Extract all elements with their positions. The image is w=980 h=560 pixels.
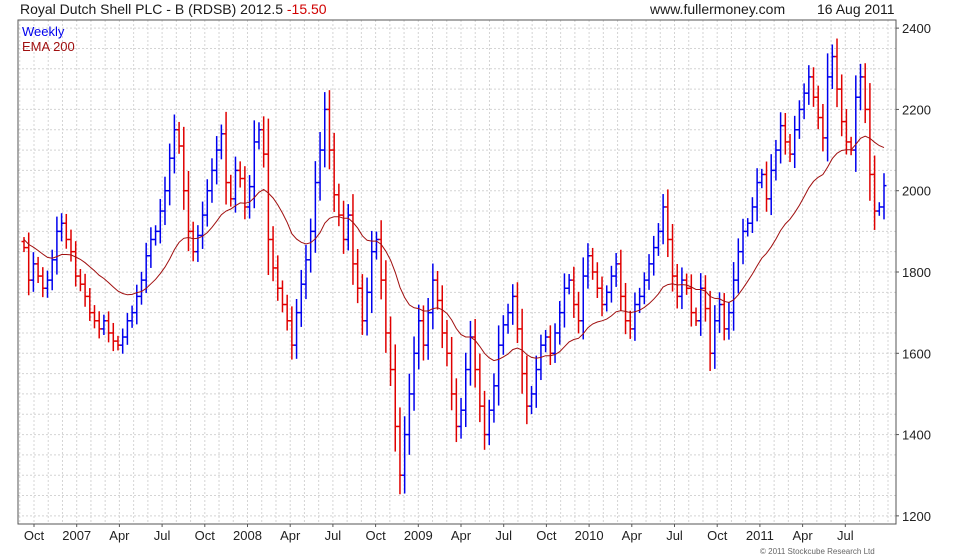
x-tick-label: Jul bbox=[325, 528, 342, 543]
x-tick-label: Apr bbox=[622, 528, 643, 543]
x-tick-label: 2009 bbox=[404, 528, 433, 543]
x-tick-label: 2007 bbox=[62, 528, 91, 543]
y-tick-label: 2000 bbox=[902, 184, 931, 199]
y-tick-label: 2200 bbox=[902, 102, 931, 117]
y-tick-label: 1200 bbox=[902, 509, 931, 524]
y-tick-label: 1400 bbox=[902, 428, 931, 443]
x-tick-label: Apr bbox=[280, 528, 301, 543]
x-tick-label: Oct bbox=[365, 528, 386, 543]
x-tick-label: 2010 bbox=[575, 528, 604, 543]
x-tick-label: Apr bbox=[792, 528, 813, 543]
copyright-notice: © 2011 Stockcube Research Ltd bbox=[760, 547, 875, 556]
y-tick-label: 1800 bbox=[902, 265, 931, 280]
x-tick-label: Jul bbox=[666, 528, 683, 543]
x-tick-label: 2008 bbox=[233, 528, 262, 543]
x-tick-label: Oct bbox=[195, 528, 216, 543]
x-tick-label: Oct bbox=[24, 528, 45, 543]
x-tick-label: Jul bbox=[837, 528, 854, 543]
price-chart: 1200 1400 1600 1800 2000 2200 2400 Oct 2007 Apr Ju… bbox=[17, 19, 931, 543]
x-tick-label: Jul bbox=[154, 528, 171, 543]
x-tick-label: Apr bbox=[109, 528, 130, 543]
y-tick-label: 1600 bbox=[902, 346, 931, 361]
x-tick-label: Jul bbox=[495, 528, 512, 543]
legend-entry: EMA 200 bbox=[22, 39, 75, 54]
x-tick-label: 2011 bbox=[746, 528, 774, 543]
legend-entry: Weekly bbox=[22, 24, 65, 39]
x-tick-label: Oct bbox=[536, 528, 557, 543]
x-tick-label: Apr bbox=[451, 528, 472, 543]
x-tick-label: Oct bbox=[707, 528, 728, 543]
y-tick-label: 2400 bbox=[902, 21, 931, 36]
plot-area bbox=[18, 20, 896, 524]
